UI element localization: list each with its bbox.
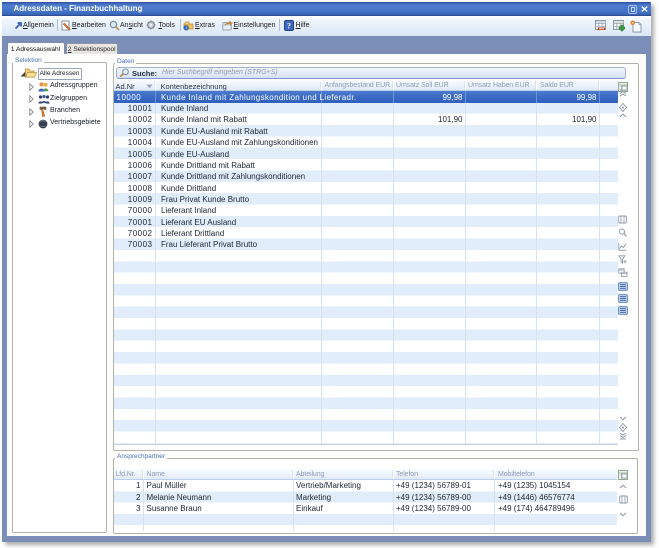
svg-text:i: i [186,25,187,30]
svg-text:?: ? [287,21,291,30]
